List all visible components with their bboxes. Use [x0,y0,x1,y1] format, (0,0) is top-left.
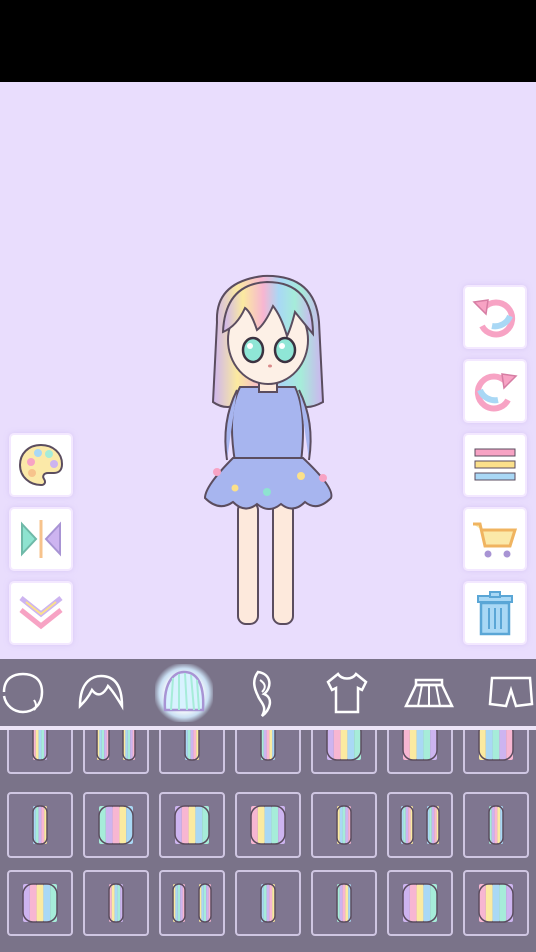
hair-thumbnail-icon [22,883,58,923]
hair-item[interactable] [7,870,73,936]
hair-thumbnail-icon [400,805,440,845]
undo-icon [472,299,516,338]
undo-button[interactable] [465,287,525,347]
hair-item[interactable] [235,730,301,774]
hair-item[interactable] [387,730,453,774]
tab-ponytail[interactable] [236,664,294,722]
redo-button[interactable] [465,361,525,421]
cart-icon [473,522,518,558]
ponytail-icon [253,670,272,717]
character-avatar [203,274,333,625]
hair-item[interactable] [235,870,301,936]
hair-item[interactable] [159,870,225,936]
trash-icon [477,591,513,636]
hair-item[interactable] [159,730,225,774]
hair-thumbnail-icon [478,883,514,923]
hair-item[interactable] [311,730,377,774]
hair-thumbnail-icon [326,730,362,761]
hair-thumbnail-icon [32,805,48,845]
double-chevron-down-icon [19,596,63,630]
flip-button[interactable] [11,509,71,569]
mirror-flip-icon [21,520,61,558]
face-outline-icon [2,672,44,714]
hair-thumbnail-icon [260,730,276,761]
hair-item[interactable] [83,730,149,774]
hair-item[interactable] [387,870,453,936]
hair-thumbnail-icon [402,730,438,761]
hair-thumbnail-icon [172,883,212,923]
character-stage [0,82,536,659]
tab-top[interactable] [318,664,376,722]
tab-hair[interactable] [155,664,213,722]
hair-thumbnail-icon [32,730,48,761]
hair-thumbnail-icon [250,805,286,845]
hair-item[interactable] [83,870,149,936]
menu-button[interactable] [465,435,525,495]
hair-icon [163,670,205,712]
hair-item[interactable] [235,792,301,858]
hair-thumbnail-icon [478,730,514,761]
tab-pants[interactable] [482,664,536,722]
hair-thumbnail-icon [108,883,124,923]
hair-thumbnail-icon [260,883,276,923]
hair-item[interactable] [159,792,225,858]
hair-item[interactable] [463,730,529,774]
hair-item[interactable] [387,792,453,858]
menu-icon [474,448,516,481]
bangs-icon [78,674,124,711]
item-grid [0,730,536,952]
tshirt-icon [326,672,368,714]
hair-item[interactable] [311,792,377,858]
category-tabbar [0,659,536,726]
hair-item[interactable] [83,792,149,858]
app-root [0,0,536,952]
tab-skirt[interactable] [400,664,458,722]
hair-thumbnail-icon [96,730,136,761]
skirt-icon [404,678,454,708]
tab-bangs[interactable] [72,664,130,722]
hair-thumbnail-icon [488,805,504,845]
shop-button[interactable] [465,509,525,569]
delete-button[interactable] [465,583,525,643]
palette-icon [18,443,64,487]
hair-item[interactable] [7,730,73,774]
hair-thumbnail-icon [336,805,352,845]
hair-thumbnail-icon [402,883,438,923]
tab-face[interactable] [0,664,52,722]
hair-thumbnail-icon [174,805,210,845]
shorts-icon [488,676,534,708]
hair-thumbnail-icon [184,730,200,761]
hair-item[interactable] [311,870,377,936]
collapse-button[interactable] [11,583,71,643]
palette-button[interactable] [11,435,71,495]
hair-item[interactable] [7,792,73,858]
redo-icon [474,373,518,412]
hair-item[interactable] [463,870,529,936]
hair-thumbnail-icon [336,883,352,923]
hair-thumbnail-icon [98,805,134,845]
status-bar [0,0,536,82]
hair-item[interactable] [463,792,529,858]
